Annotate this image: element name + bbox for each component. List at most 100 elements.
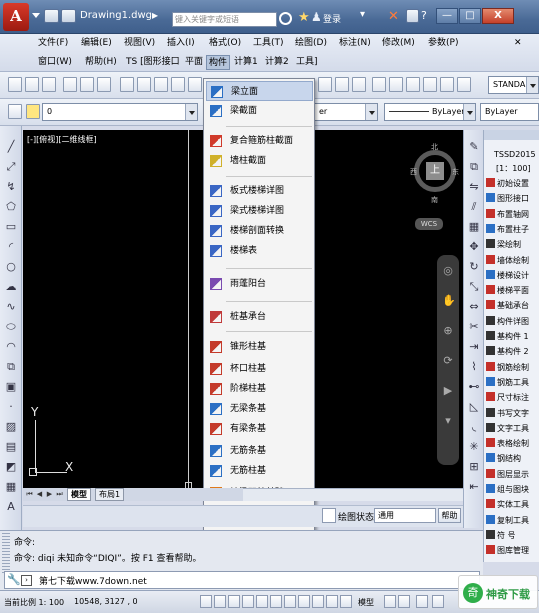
tssd-menu-item[interactable]: 书写文字: [486, 407, 539, 420]
command-input-row[interactable]: 🔧 › 第七下载www.7down.net: [4, 571, 480, 589]
zoom-extents-icon[interactable]: ⊕: [442, 325, 454, 337]
3d-object-snap-icon[interactable]: [270, 595, 282, 608]
steering-wheel-icon[interactable]: ◎: [442, 265, 454, 277]
component-menu-item[interactable]: 板式楼梯详图: [206, 181, 313, 201]
component-menu-item[interactable]: 有梁条基: [206, 419, 313, 439]
text-style-combo[interactable]: STANDARD: [488, 76, 539, 94]
stretch-icon[interactable]: ⇔: [467, 300, 481, 314]
tssd-menu-item[interactable]: 钢筋绘制: [486, 361, 539, 374]
tssd-menu-item[interactable]: 构件详图: [486, 315, 539, 328]
tssd-menu-item[interactable]: 楼梯平面: [486, 285, 539, 297]
user-icon[interactable]: ♟: [311, 10, 322, 24]
layer-on-bulb-icon[interactable]: [26, 104, 40, 119]
linetype-combo[interactable]: er: [314, 103, 378, 121]
explode-icon[interactable]: ✳: [467, 440, 481, 454]
exchange-apps-icon[interactable]: ✕: [388, 9, 399, 24]
match-properties-icon[interactable]: [171, 77, 185, 92]
help-button[interactable]: 帮助: [438, 508, 461, 523]
block-editor-icon[interactable]: [188, 77, 202, 92]
polygon-icon[interactable]: ⬠: [4, 200, 18, 214]
ellipse-arc-icon[interactable]: ◠: [4, 340, 18, 354]
component-menu-item[interactable]: 锥形柱基: [206, 337, 313, 357]
component-menu-item[interactable]: 杯口柱基: [206, 359, 313, 379]
dynamic-input-icon[interactable]: [312, 595, 324, 608]
menu-edit[interactable]: 编辑(E): [79, 36, 114, 51]
tssd-panel-header[interactable]: [484, 130, 539, 140]
object-snap-tracking-icon[interactable]: [284, 595, 296, 608]
menu-tools-ts[interactable]: 工具]: [294, 55, 320, 70]
tssd-menu-item[interactable]: 实体工具: [486, 499, 539, 511]
menu-help[interactable]: 帮助(H): [83, 55, 119, 70]
quick-access-new-icon[interactable]: [44, 9, 59, 23]
login-link[interactable]: 登录: [323, 12, 341, 25]
save-icon[interactable]: [42, 77, 56, 92]
chevron-down-icon[interactable]: [463, 104, 475, 120]
polar-tracking-icon[interactable]: [242, 595, 254, 608]
tssd-menu-item[interactable]: 组与图块: [486, 484, 539, 496]
ortho-mode-icon[interactable]: [228, 595, 240, 608]
tab-prev-icon[interactable]: ◀: [35, 490, 44, 499]
new-file-icon[interactable]: [8, 77, 22, 92]
quickcalc-icon[interactable]: [457, 77, 471, 92]
tssd-menu-item[interactable]: 布置轴网: [486, 208, 539, 221]
hatch-icon[interactable]: ▨: [4, 420, 18, 434]
close-button[interactable]: X: [482, 8, 514, 24]
circle-icon[interactable]: ○: [4, 260, 18, 274]
menu-parametric[interactable]: 参数(P): [426, 36, 460, 51]
help-search-input[interactable]: 键入关键字或短语: [172, 12, 277, 27]
snap-mode-icon[interactable]: [200, 595, 212, 608]
menu-calc2[interactable]: 计算2: [263, 55, 291, 70]
spline-icon[interactable]: ∿: [4, 300, 18, 314]
mirror-icon[interactable]: ⇋: [467, 180, 481, 194]
draw-state-combo[interactable]: 通用: [374, 508, 436, 523]
tssd-menu-item[interactable]: 墙体绘制: [486, 254, 539, 267]
component-menu-item[interactable]: 墙柱截面: [206, 151, 313, 171]
compass-south[interactable]: 南: [431, 195, 438, 205]
zoom-window-icon[interactable]: [335, 77, 349, 92]
workspace-switch-icon[interactable]: [432, 595, 444, 608]
chevron-down-icon[interactable]: [322, 508, 336, 523]
scale-icon[interactable]: ⤡: [467, 280, 481, 294]
component-menu-item[interactable]: 梁截面: [206, 101, 313, 121]
quick-view-drawings-icon[interactable]: [398, 595, 410, 608]
tab-layout1[interactable]: 布局1: [95, 488, 125, 501]
viewport-controls-label[interactable]: [-][俯视][二维线框]: [27, 134, 97, 145]
tssd-menu-item[interactable]: 基础承台: [486, 300, 539, 312]
multiline-text-icon[interactable]: A: [4, 500, 18, 514]
component-menu-item[interactable]: 楼梯表: [206, 241, 313, 261]
command-prompt-icon[interactable]: ›: [21, 575, 32, 586]
region-icon[interactable]: ◩: [4, 460, 18, 474]
dynamic-ucs-icon[interactable]: [298, 595, 310, 608]
open-file-icon[interactable]: [25, 77, 39, 92]
viewcube-top-face[interactable]: 上: [426, 162, 444, 180]
break-icon[interactable]: ⌇: [467, 360, 481, 374]
erase-icon[interactable]: ✎: [467, 140, 481, 154]
tssd-menu-item[interactable]: 图层显示: [486, 468, 539, 481]
coordinates-readout[interactable]: 10548, 3127 , 0: [74, 597, 138, 606]
tssd-menu-item[interactable]: 图形接口: [486, 193, 539, 205]
component-menu-item[interactable]: 阶梯柱基: [206, 379, 313, 399]
line-icon[interactable]: ╱: [4, 140, 18, 154]
chamfer-icon[interactable]: ◺: [467, 400, 481, 414]
make-block-icon[interactable]: ▣: [4, 380, 18, 394]
menu-modify[interactable]: 修改(M): [380, 36, 417, 51]
lineweight-combo[interactable]: ByLayer: [480, 103, 539, 121]
tool-palettes-icon[interactable]: [406, 77, 420, 92]
copy-icon[interactable]: [137, 77, 151, 92]
trim-icon[interactable]: ✂: [467, 320, 481, 334]
revision-cloud-icon[interactable]: ☁: [4, 280, 18, 294]
offset-icon[interactable]: ⫽: [467, 200, 481, 214]
annotation-scale-icon[interactable]: [416, 595, 428, 608]
maximize-button[interactable]: □: [459, 8, 481, 24]
component-menu-item[interactable]: 复合箍筋柱截面: [206, 131, 313, 151]
design-center-icon[interactable]: [389, 77, 403, 92]
gradient-icon[interactable]: ▤: [4, 440, 18, 454]
tab-next-icon[interactable]: ▶: [45, 490, 54, 499]
showmotion-icon[interactable]: ▶: [442, 385, 454, 397]
paste-icon[interactable]: [154, 77, 168, 92]
help-icon[interactable]: ?: [421, 9, 433, 23]
table-icon[interactable]: ▦: [4, 480, 18, 494]
tssd-menu-item[interactable]: 基构件 1: [486, 331, 539, 343]
sheet-set-icon[interactable]: [423, 77, 437, 92]
minimize-button[interactable]: —: [436, 8, 458, 24]
